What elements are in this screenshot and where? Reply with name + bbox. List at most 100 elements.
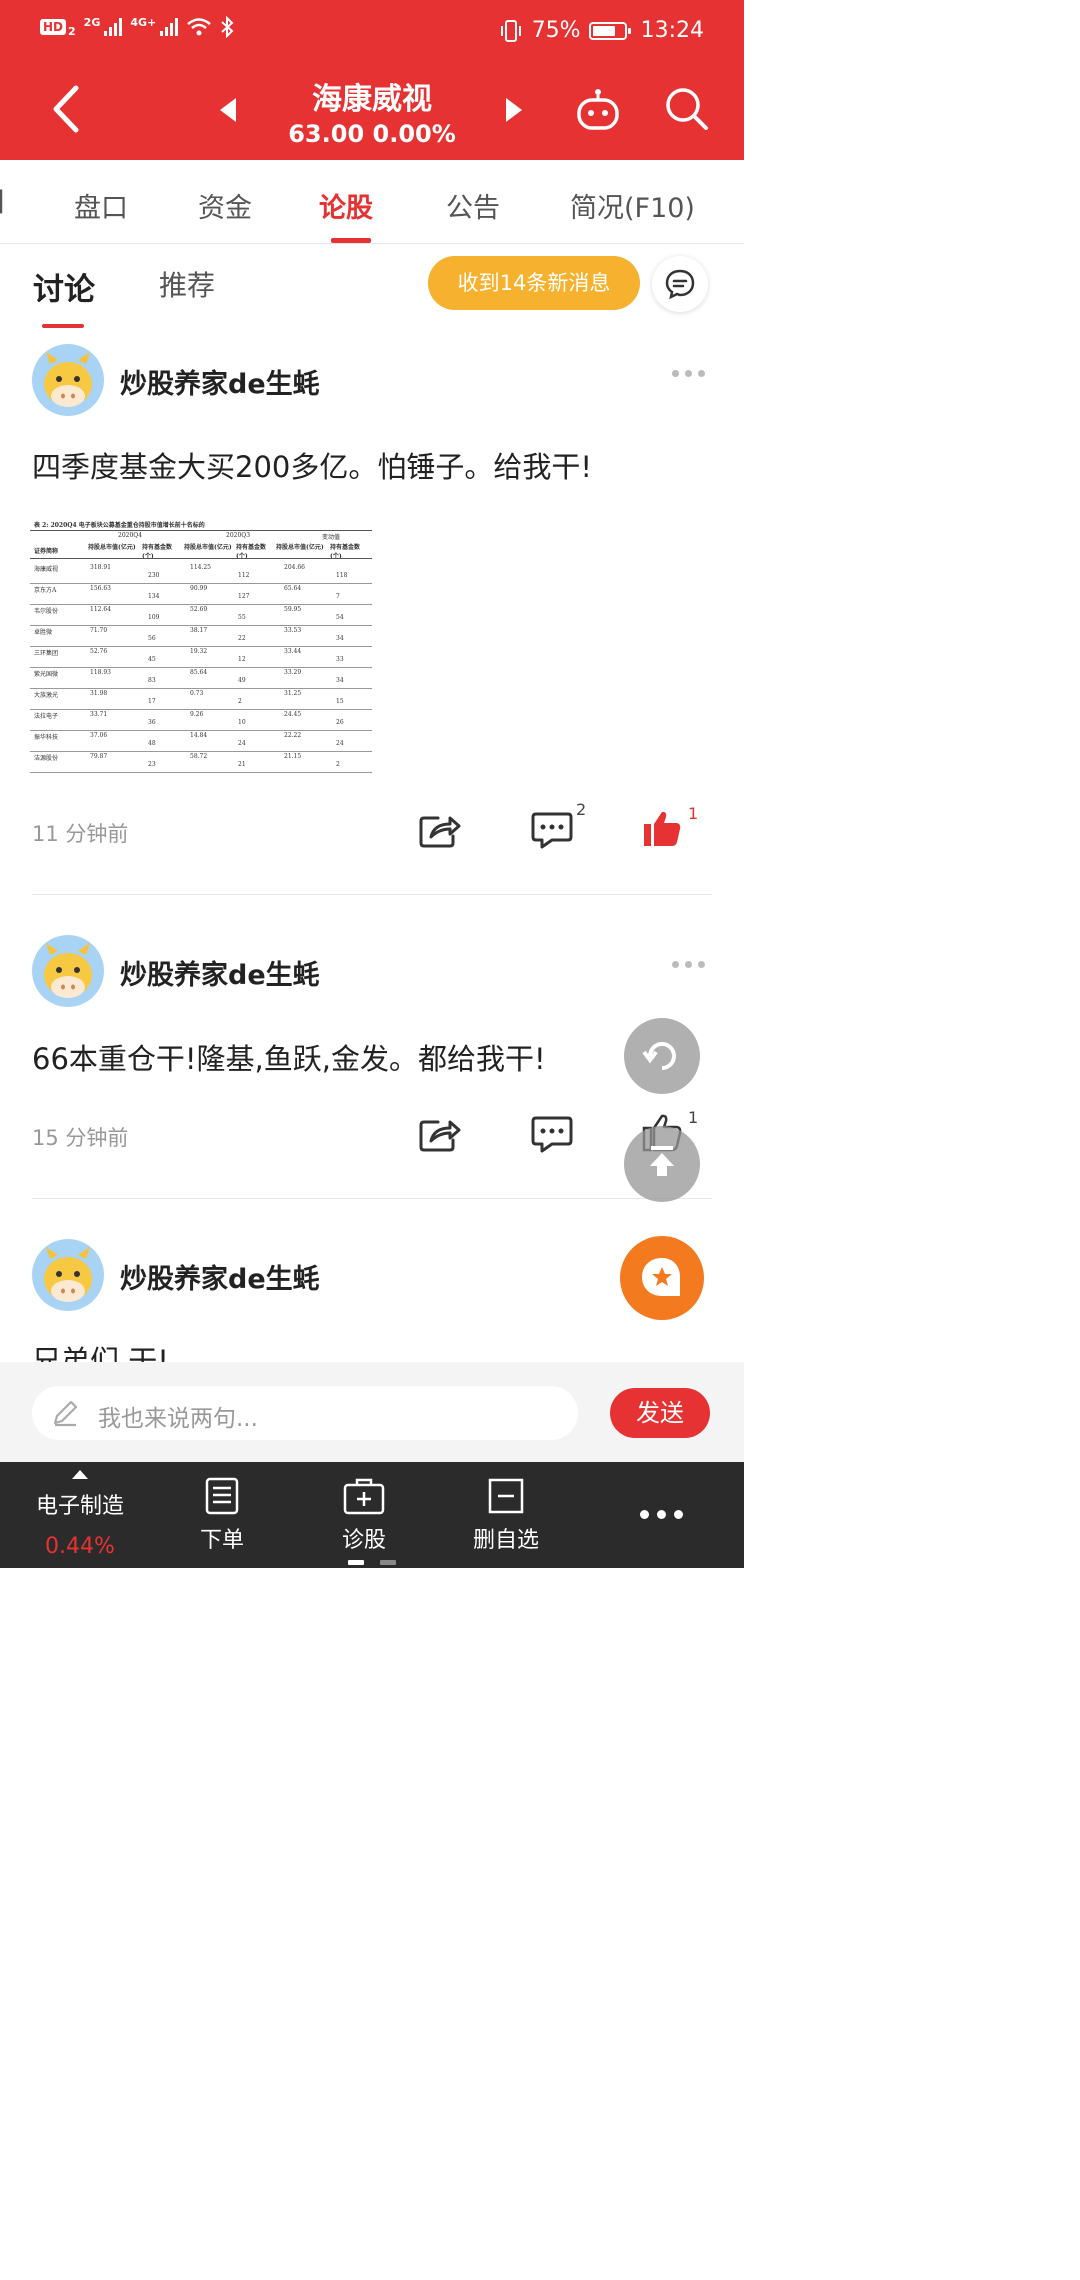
stock-price: 63.00 0.00% (288, 120, 456, 148)
table-rule (30, 709, 372, 710)
table-cell: 52.69 (190, 606, 208, 613)
table-cell: 24.45 (284, 711, 302, 718)
table-cell: 37.06 (90, 732, 108, 739)
table-cell: 10 (238, 719, 246, 726)
table-cell: 156.63 (90, 585, 111, 592)
more-icon[interactable] (672, 370, 705, 377)
stock-name: 海康威视 (312, 82, 432, 117)
fund-holdings-table-image[interactable]: 表 2: 2020Q4 电子板块公募基金重仓持股市值增长前十名标的 2020Q4… (30, 518, 372, 774)
chat-bubble-icon[interactable] (652, 256, 708, 312)
tab-funds[interactable]: 资金 (198, 186, 252, 225)
order-label: 下单 (199, 1528, 244, 1553)
table-cell: 127 (238, 593, 250, 600)
table-cell: 15 (336, 698, 344, 705)
diagnose-button[interactable]: 诊股 (320, 1462, 408, 1568)
status-right: 75% 13:24 (498, 18, 704, 43)
table-cell: 318.91 (90, 564, 111, 571)
table-cell: 2 (336, 761, 340, 768)
table-cell: 31.25 (284, 690, 302, 697)
subtab-recommend[interactable]: 推荐 (159, 264, 215, 304)
table-cell: 83 (148, 677, 156, 684)
table-stock-name: 京东方A (34, 587, 57, 594)
tab-partial[interactable]: ] (0, 186, 5, 217)
like-icon[interactable] (640, 808, 684, 848)
next-stock-icon[interactable] (506, 98, 522, 122)
like-count: 1 (688, 804, 699, 823)
table-rule (30, 625, 372, 626)
order-button[interactable]: 下单 (178, 1462, 266, 1568)
tab-order-book[interactable]: 盘口 (74, 186, 128, 225)
table-cell: 118 (336, 572, 348, 579)
table-cell: 109 (148, 614, 160, 621)
table-stock-name: 卓胜微 (34, 629, 53, 636)
share-icon[interactable] (418, 1114, 462, 1154)
prev-stock-icon[interactable] (220, 98, 236, 122)
more-menu-button[interactable] (628, 1462, 708, 1568)
page-indicator (380, 1560, 396, 1565)
username[interactable]: 炒股养家de生蚝 (120, 953, 320, 992)
sector-change: 0.44% (45, 1534, 115, 1559)
table-cell: 49 (238, 677, 246, 684)
table-cell: 45 (148, 656, 156, 663)
scroll-top-button[interactable] (624, 1126, 700, 1202)
post-button[interactable] (620, 1236, 704, 1320)
bluetooth-icon (221, 16, 234, 38)
pencil-icon (53, 1400, 78, 1427)
new-messages-button[interactable]: 收到14条新消息 (428, 256, 640, 310)
tab-discussion[interactable]: 论股 (319, 186, 373, 225)
order-form-icon (205, 1477, 239, 1515)
table-cell: 204.66 (284, 564, 305, 571)
remove-watchlist-label: 删自选 (472, 1528, 539, 1553)
battery-icon (588, 21, 631, 40)
username[interactable]: 炒股养家de生蚝 (120, 362, 320, 401)
bottom-nav: 电子制造 0.44% 下单 诊股 删自选 (0, 1462, 744, 1568)
subtab-discuss[interactable]: 讨论 (33, 264, 95, 309)
table-cell: 85.64 (190, 669, 208, 676)
table-cell: 33.71 (90, 711, 108, 718)
tab-profile-f10[interactable]: 简况(F10) (570, 186, 695, 225)
avatar[interactable] (32, 344, 104, 416)
wifi-icon (187, 18, 212, 36)
comment-bar: 我也来说两句... 发送 (0, 1362, 744, 1462)
table-rule (30, 646, 372, 647)
send-button[interactable]: 发送 (610, 1388, 710, 1438)
table-cell: 12 (238, 656, 246, 663)
remove-watchlist-button[interactable]: 删自选 (458, 1462, 554, 1568)
table-cell: 22.22 (284, 732, 302, 739)
table-cell: 33 (336, 656, 344, 663)
username[interactable]: 炒股养家de生蚝 (120, 1257, 320, 1296)
table-cell: 34 (336, 677, 344, 684)
comment-icon[interactable] (530, 1114, 574, 1154)
table-cell: 21.15 (284, 753, 302, 760)
table-cell: 9.26 (190, 711, 204, 718)
table-cell: 33.53 (284, 627, 302, 634)
group-header: 2020Q3 (226, 532, 251, 539)
table-cell: 59.95 (284, 606, 302, 613)
post-content: 四季度基金大买200多亿。怕锤子。给我干! (32, 450, 592, 484)
table-cell: 21 (238, 761, 246, 768)
robot-icon[interactable] (576, 86, 620, 132)
signal-icon (104, 18, 123, 36)
share-icon[interactable] (418, 810, 462, 850)
comment-icon[interactable] (530, 810, 574, 850)
refresh-button[interactable] (624, 1018, 700, 1094)
sector-button[interactable]: 电子制造 0.44% (18, 1462, 142, 1568)
arrow-up-icon (650, 1146, 674, 1176)
more-icon[interactable] (672, 961, 705, 968)
table-cell: 36 (148, 719, 156, 726)
post-content: 66本重仓干!隆基,鱼跃,金发。都给我干! (32, 1042, 546, 1076)
search-icon[interactable] (664, 86, 710, 132)
table-stock-name: 韦尔股份 (34, 608, 59, 615)
minus-box-icon (488, 1478, 524, 1514)
table-stock-name: 三环集团 (34, 650, 59, 657)
avatar[interactable] (32, 1239, 104, 1311)
table-cell: 114.25 (190, 564, 211, 571)
table-cell: 112.64 (90, 606, 111, 613)
comment-input[interactable]: 我也来说两句... (32, 1386, 578, 1440)
avatar[interactable] (32, 935, 104, 1007)
post-time: 15 分钟前 (32, 1126, 129, 1150)
signal2-icon (160, 18, 179, 36)
star-bubble-icon (642, 1258, 680, 1296)
back-arrow-icon[interactable] (48, 82, 84, 136)
tab-announcements[interactable]: 公告 (446, 186, 500, 225)
